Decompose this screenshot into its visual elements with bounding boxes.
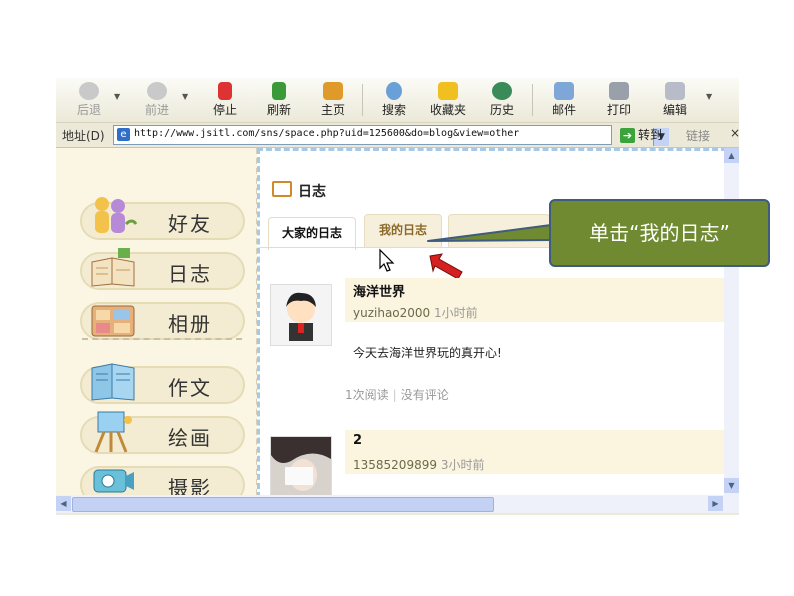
forward-arrow-icon: [147, 82, 167, 100]
close-icon[interactable]: ×: [730, 126, 739, 140]
cartoon-boy-avatar: [271, 285, 331, 345]
edit-icon: [665, 82, 685, 100]
friends-icon: [95, 197, 138, 233]
read-count: 1次阅读: [345, 388, 389, 402]
scroll-right-icon[interactable]: ▶: [708, 496, 723, 511]
search-icon: [386, 82, 402, 100]
mouse-cursor-icon: [379, 248, 395, 272]
camera-icon: [93, 469, 134, 493]
entry-time: 3小时前: [440, 458, 485, 472]
search-button[interactable]: 搜索: [371, 80, 417, 120]
links-button[interactable]: 链接: [686, 127, 710, 144]
favorites-button[interactable]: 收藏夹: [425, 80, 471, 120]
refresh-icon: [272, 82, 286, 100]
stats-divider: |: [392, 388, 397, 402]
address-bar: 地址(D) e http://www.jsitl.com/sns/space.p…: [56, 123, 739, 148]
forward-button[interactable]: 前进: [134, 80, 180, 120]
comment-count[interactable]: 没有评论: [401, 388, 449, 402]
chevron-down-icon[interactable]: ▼: [706, 92, 712, 101]
refresh-button[interactable]: 刷新: [256, 80, 302, 120]
browser-window: 后退 ▼ 前进 ▼ 停止 刷新 主页 搜索 收藏夹 历史 邮件 打印 编辑 ▼ …: [56, 78, 739, 515]
chevron-down-icon[interactable]: ▼: [114, 92, 120, 101]
sidebar-item-label: 绘画: [168, 426, 212, 450]
toolbar-divider: [532, 84, 533, 116]
sidebar-item-journal[interactable]: 日志: [80, 248, 245, 290]
entry-author[interactable]: 13585209899: [353, 458, 437, 472]
toolbar-divider: [362, 84, 363, 116]
avatar[interactable]: [270, 284, 332, 346]
tab-my-journals[interactable]: 我的日志: [364, 214, 442, 247]
go-button[interactable]: ➔ 转到: [620, 126, 662, 143]
sidebar-item-album[interactable]: 相册: [80, 302, 245, 340]
page-icon: e: [117, 128, 130, 141]
sidebar: 好友 日志 相册 作文 绘画 摄影: [56, 148, 258, 495]
entry-header: 海洋世界 yuzihao2000 1小时前: [345, 278, 724, 322]
entry-time: 1小时前: [434, 306, 478, 320]
horizontal-scrollbar[interactable]: ◀ ▶: [56, 495, 739, 513]
chevron-down-icon[interactable]: ▼: [182, 92, 188, 101]
entry-stats: 1次阅读 | 没有评论: [345, 386, 449, 403]
entry-author[interactable]: yuzihao2000: [353, 306, 430, 320]
sidebar-item-essay[interactable]: 作文: [80, 363, 245, 404]
go-arrow-icon: ➔: [620, 128, 635, 143]
page-content: 好友 日志 相册 作文 绘画 摄影 日志 大家的日志 我的日志 海洋世界 yuz…: [56, 148, 724, 495]
entry-meta: yuzihao2000 1小时前: [353, 304, 478, 321]
entry-title[interactable]: 海洋世界: [353, 281, 405, 300]
tab-divider: [260, 247, 724, 248]
tab-partial[interactable]: [448, 214, 550, 247]
back-arrow-icon: [79, 82, 99, 100]
url-text: http://www.jsitl.com/sns/space.php?uid=1…: [134, 128, 520, 139]
page-title: 日志: [272, 181, 326, 201]
journal-icon: [91, 248, 135, 287]
entry-header: 2 13585209899 3小时前: [345, 430, 724, 474]
edit-button[interactable]: 编辑: [652, 80, 698, 120]
scroll-left-icon[interactable]: ◀: [56, 496, 71, 511]
history-button[interactable]: 历史: [479, 80, 525, 120]
mail-button[interactable]: 邮件: [541, 80, 587, 120]
address-label: 地址(D): [62, 129, 105, 143]
print-button[interactable]: 打印: [596, 80, 642, 120]
photo-avatar: [271, 437, 331, 495]
sidebar-item-label: 相册: [168, 312, 212, 336]
home-button[interactable]: 主页: [310, 80, 356, 120]
scrollbar-thumb[interactable]: [72, 497, 494, 512]
scroll-up-icon[interactable]: ▲: [724, 148, 739, 163]
vertical-scrollbar[interactable]: ▲ ▼: [724, 148, 739, 495]
tab-everyone-journals[interactable]: 大家的日志: [268, 217, 356, 250]
entry-title[interactable]: 2: [353, 433, 362, 448]
sidebar-item-photography[interactable]: 摄影: [80, 466, 245, 495]
home-icon: [323, 82, 343, 100]
history-icon: [492, 82, 512, 100]
book-icon: [272, 181, 292, 197]
entry-body: 今天去海洋世界玩的真开心!: [353, 346, 502, 360]
stop-button[interactable]: 停止: [202, 80, 248, 120]
stop-icon: [218, 82, 232, 100]
painting-icon: [94, 411, 132, 453]
sidebar-item-label: 好友: [168, 212, 212, 236]
browser-toolbar: 后退 ▼ 前进 ▼ 停止 刷新 主页 搜索 收藏夹 历史 邮件 打印 编辑 ▼: [56, 78, 739, 123]
sidebar-item-painting[interactable]: 绘画: [80, 411, 245, 454]
journal-panel: 日志 大家的日志 我的日志 海洋世界 yuzihao2000 1小时前 今天去海…: [257, 148, 724, 495]
mail-icon: [554, 82, 574, 100]
printer-icon: [609, 82, 629, 100]
back-button[interactable]: 后退: [66, 80, 112, 120]
sidebar-item-label: 摄影: [168, 476, 212, 495]
star-icon: [438, 82, 458, 100]
sidebar-item-label: 日志: [168, 262, 212, 286]
avatar[interactable]: [270, 436, 332, 495]
essay-icon: [91, 363, 135, 401]
sidebar-item-friends[interactable]: 好友: [80, 197, 245, 240]
album-icon: [91, 305, 135, 337]
sidebar-item-label: 作文: [168, 376, 212, 400]
address-input[interactable]: e http://www.jsitl.com/sns/space.php?uid…: [113, 125, 669, 146]
scroll-down-icon[interactable]: ▼: [724, 478, 739, 493]
entry-meta: 13585209899 3小时前: [353, 456, 484, 473]
sidebar-divider: [82, 338, 242, 340]
